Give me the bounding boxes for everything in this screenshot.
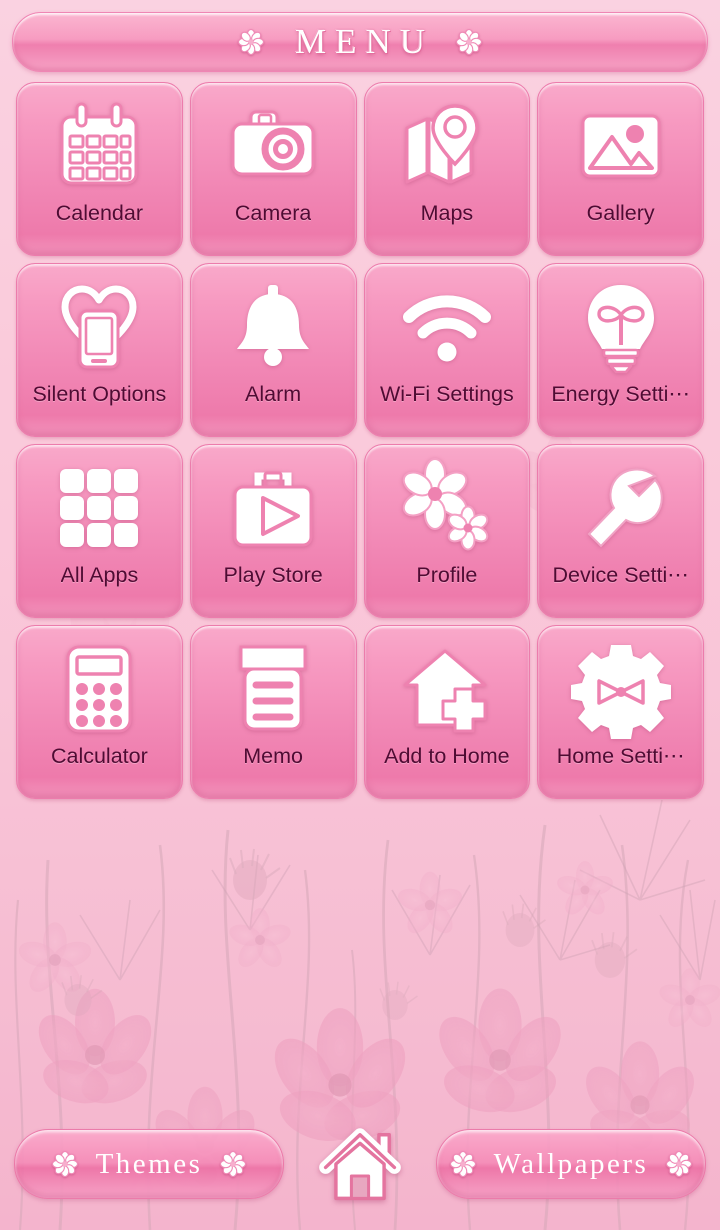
bottom-dock: Themes Wallpapers — [0, 1116, 720, 1212]
app-label: Add to Home — [384, 746, 510, 768]
flower-icon — [449, 1151, 476, 1177]
wallpapers-button[interactable]: Wallpapers — [436, 1129, 706, 1199]
app-tile-camera[interactable]: Camera — [189, 82, 357, 256]
map-pin-icon — [365, 83, 530, 203]
app-tile-wifi-settings[interactable]: Wi-Fi Settings — [363, 263, 531, 437]
camera-icon — [191, 83, 356, 203]
app-label: All Apps — [60, 565, 139, 587]
flower-icon — [237, 29, 264, 55]
house-plus-icon — [365, 626, 530, 746]
shopping-bag-play-icon — [191, 445, 356, 565]
flower-icon — [220, 1151, 247, 1177]
app-tile-profile[interactable]: Profile — [363, 444, 531, 618]
app-tile-silent-options[interactable]: Silent Options — [16, 263, 183, 437]
image-icon — [538, 83, 703, 203]
app-label: Maps — [420, 203, 474, 225]
wallpapers-label: Wallpapers — [493, 1147, 649, 1180]
menu-title-bar: MENU — [12, 12, 708, 72]
flowers-icon — [365, 445, 530, 565]
app-label: Silent Options — [32, 384, 167, 406]
app-label: Profile — [416, 565, 478, 587]
phone-heart-icon — [17, 264, 182, 384]
wifi-icon — [365, 264, 530, 384]
app-label: Home Setti⋯ — [556, 746, 685, 768]
app-tile-calculator[interactable]: Calculator — [16, 625, 183, 799]
bell-icon — [191, 264, 356, 384]
app-label: Device Setti⋯ — [552, 565, 689, 587]
app-tile-device-settings[interactable]: Device Setti⋯ — [537, 444, 704, 618]
app-tile-gallery[interactable]: Gallery — [537, 82, 704, 256]
app-tile-calendar[interactable]: Calendar — [16, 82, 183, 256]
app-tile-energy-settings[interactable]: Energy Setti⋯ — [537, 263, 704, 437]
app-label: Calendar — [55, 203, 143, 225]
gear-bow-icon — [538, 626, 703, 746]
app-tile-all-apps[interactable]: All Apps — [16, 444, 183, 618]
lightbulb-icon — [538, 264, 703, 384]
page-title: MENU — [294, 22, 435, 61]
header: MENU — [0, 0, 720, 72]
app-tile-maps[interactable]: Maps — [363, 82, 531, 256]
grid-apps-icon — [17, 445, 182, 565]
app-label: Wi-Fi Settings — [379, 384, 514, 406]
app-tile-memo[interactable]: Memo — [189, 625, 357, 799]
flower-icon — [456, 29, 483, 55]
home-icon — [317, 1121, 403, 1207]
flower-icon — [51, 1151, 78, 1177]
app-label: Calculator — [50, 746, 148, 768]
app-tile-play-store[interactable]: Play Store — [189, 444, 357, 618]
app-label: Energy Setti⋯ — [551, 384, 690, 406]
app-tile-home-settings[interactable]: Home Setti⋯ — [537, 625, 704, 799]
flower-icon — [666, 1151, 693, 1177]
app-label: Alarm — [245, 384, 302, 406]
app-grid: Calendar Camera Maps Gallery Silent Opti… — [0, 82, 720, 799]
app-tile-alarm[interactable]: Alarm — [189, 263, 357, 437]
app-tile-add-to-home[interactable]: Add to Home — [363, 625, 531, 799]
wrench-icon — [538, 445, 703, 565]
calculator-icon — [17, 626, 182, 746]
app-label: Camera — [234, 203, 312, 225]
themes-label: Themes — [95, 1147, 203, 1180]
app-label: Memo — [243, 746, 303, 768]
notepad-icon — [191, 626, 356, 746]
calendar-icon — [17, 83, 182, 203]
home-button[interactable] — [312, 1116, 408, 1212]
themes-button[interactable]: Themes — [14, 1129, 284, 1199]
app-label: Gallery — [586, 203, 655, 225]
app-label: Play Store — [223, 565, 323, 587]
